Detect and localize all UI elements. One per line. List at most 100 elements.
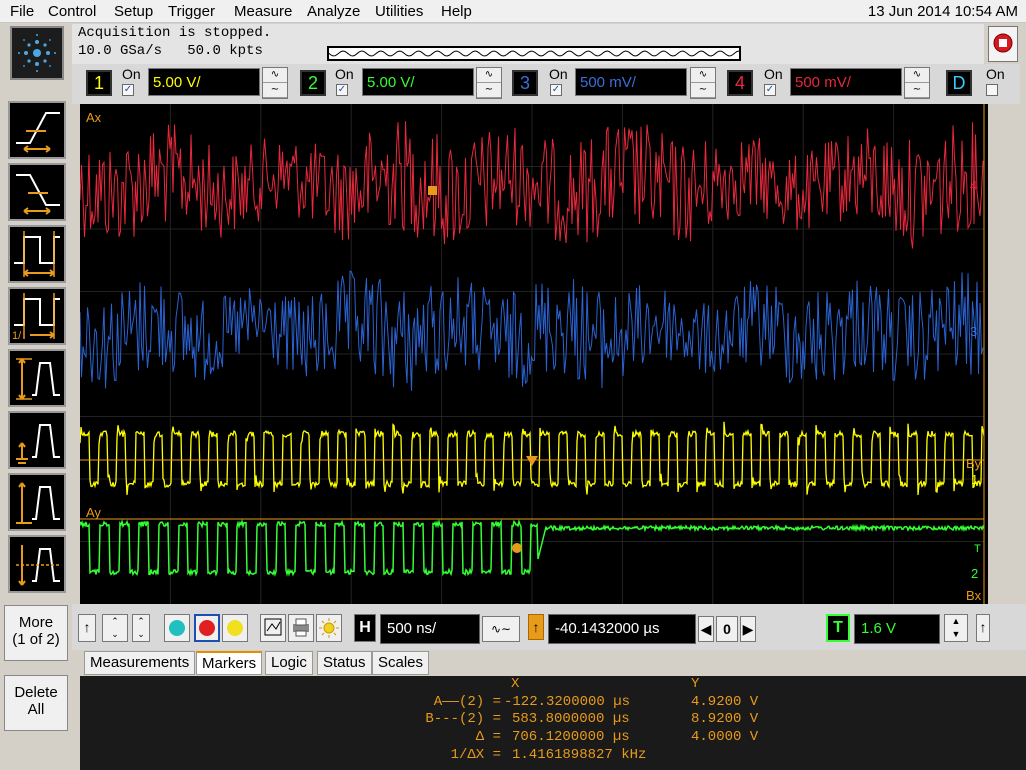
more-measurements-button[interactable]: More (1 of 2): [4, 605, 68, 661]
pin-icon[interactable]: ↑: [78, 614, 96, 642]
color-red-button[interactable]: [194, 614, 220, 642]
menu-help[interactable]: Help: [441, 3, 472, 20]
trigger-level[interactable]: 1.6 V: [854, 614, 940, 644]
frequency-measure-icon[interactable]: 1/: [8, 287, 66, 345]
waveform-display[interactable]: Ax Ay Bx By 4 3 1 2 T: [79, 104, 988, 604]
channel-4-adjust[interactable]: ∿ ∼: [904, 67, 930, 99]
tab-scales[interactable]: Scales: [372, 651, 430, 675]
marker-b-x: 583.8000000 µs: [512, 711, 630, 727]
sample-rate: 10.0 GSa/s: [78, 43, 163, 59]
marker-a-handle[interactable]: [428, 186, 437, 195]
channel-2-button[interactable]: 2: [300, 70, 326, 96]
marker-delta-label: Δ =: [475, 729, 501, 745]
agilent-logo-icon[interactable]: [10, 26, 64, 80]
menu-trigger[interactable]: Trigger: [168, 3, 215, 20]
channel-4-on-checkbox[interactable]: ✓: [764, 84, 776, 96]
overshoot-measure-icon[interactable]: [8, 535, 66, 593]
marker-b-handle[interactable]: [512, 543, 522, 553]
channel-4-ground-label: 4: [970, 178, 977, 193]
run-stop-button[interactable]: [988, 26, 1018, 62]
trigger-position-marker[interactable]: [526, 456, 538, 466]
tab-status[interactable]: Status: [317, 651, 372, 675]
rise-time-measure-icon[interactable]: [8, 101, 66, 159]
acquisition-status-panel: Acquisition is stopped. 10.0 GSa/s 50.0 …: [72, 24, 984, 64]
channel-2-adjust[interactable]: ∿ ∼: [476, 67, 502, 99]
channel-3-button[interactable]: 3: [512, 70, 538, 96]
horizontal-button[interactable]: H: [354, 614, 376, 642]
channel-1-on-checkbox[interactable]: ✓: [122, 84, 134, 96]
memory-depth: 50.0 kpts: [187, 43, 263, 59]
tab-markers[interactable]: Markers: [196, 651, 263, 675]
vertical-adjust-button[interactable]: ⌃ ⌄: [132, 614, 150, 642]
marker-by-label: By: [966, 456, 982, 471]
delay-left-button[interactable]: ◀: [698, 616, 714, 642]
vertical-scroll-button[interactable]: ⌃ ⌄: [102, 614, 128, 642]
fall-time-measure-icon[interactable]: [8, 163, 66, 221]
channel-1-button[interactable]: 1: [86, 70, 112, 96]
color-yellow-button[interactable]: [222, 614, 248, 642]
delay-zero-button[interactable]: 0: [716, 616, 738, 642]
marker-delta-y: 4.0000 V: [691, 729, 759, 745]
timebase-adjust[interactable]: ∿∼: [482, 616, 520, 642]
markers-y-header: Y: [691, 676, 700, 692]
marker-a-x: -122.3200000 µs: [504, 694, 631, 710]
timebase-scale[interactable]: 500 ns/: [380, 614, 480, 644]
menu-control[interactable]: Control: [48, 3, 96, 20]
channel-2-scale[interactable]: 5.00 V/: [362, 68, 474, 96]
trigger-pin-icon[interactable]: ↑: [976, 614, 990, 642]
trigger-level-label: T: [974, 543, 981, 555]
channel-1-adjust[interactable]: ∿ ∼: [262, 67, 288, 99]
menu-setup[interactable]: Setup: [114, 3, 153, 20]
menu-file[interactable]: File: [10, 3, 34, 20]
delete-all-button[interactable]: Delete All: [4, 675, 68, 731]
waveform-overview[interactable]: [327, 46, 741, 61]
left-toolbar: 1/ More (1 of 2) Delete All: [0, 95, 72, 770]
digital-button[interactable]: D: [946, 70, 972, 96]
channel-bar: 1 On ✓ 5.00 V/ ∿ ∼ 2 On ✓ 5.00 V/ ∿ ∼ 3 On…: [72, 64, 1020, 104]
channel-2-on-checkbox[interactable]: ✓: [336, 84, 348, 96]
print-icon[interactable]: [288, 614, 314, 642]
acquisition-status: Acquisition is stopped.: [78, 25, 272, 41]
period-measure-icon[interactable]: [8, 225, 66, 283]
marker-inverse-delta-label: 1/ΔX =: [450, 747, 501, 763]
tab-bar: Measurements Markers Logic Status Scales: [80, 650, 1026, 676]
tab-logic[interactable]: Logic: [265, 651, 313, 675]
channel-4-button[interactable]: 4: [727, 70, 753, 96]
horizontal-delay[interactable]: -40.1432000 µs: [548, 614, 696, 644]
trigger-level-adjust[interactable]: ▲ ▼: [944, 614, 968, 642]
marker-bx-label: Bx: [966, 588, 982, 603]
marker-inverse-delta-x: 1.4161898827 kHz: [512, 747, 647, 763]
menu-bar: File Control Setup Trigger Measure Analy…: [0, 0, 1026, 23]
autoscale-icon[interactable]: [260, 614, 286, 642]
channel-3-scale[interactable]: 500 mV/: [575, 68, 687, 96]
delay-right-button[interactable]: ▶: [740, 616, 756, 642]
channel-1-scale[interactable]: 5.00 V/: [148, 68, 260, 96]
channel-1-on-label: On: [122, 66, 141, 82]
channel-4-scale[interactable]: 500 mV/: [790, 68, 902, 96]
menu-utilities[interactable]: Utilities: [375, 3, 423, 20]
menu-analyze[interactable]: Analyze: [307, 3, 360, 20]
channel-2-ground-label: 2: [971, 566, 978, 581]
channel-3-adjust[interactable]: ∿ ∼: [690, 67, 716, 99]
color-cyan-button[interactable]: [164, 614, 190, 642]
peak-to-peak-measure-icon[interactable]: [8, 349, 66, 407]
marker-ax-label: Ax: [86, 110, 102, 125]
digital-on-label: On: [986, 66, 1005, 82]
trigger-button[interactable]: T: [826, 614, 850, 642]
amplitude-measure-icon[interactable]: [8, 411, 66, 469]
brightness-icon[interactable]: [316, 614, 342, 642]
channel-3-on-checkbox[interactable]: ✓: [550, 84, 562, 96]
digital-on-checkbox[interactable]: [986, 84, 998, 96]
markers-x-header: X: [511, 676, 520, 692]
channel-3-on-label: On: [549, 66, 568, 82]
svg-text:1/: 1/: [12, 330, 22, 342]
channel-1-ground-label: 1: [971, 472, 978, 487]
menu-measure[interactable]: Measure: [234, 3, 292, 20]
marker-b-y: 8.9200 V: [691, 711, 759, 727]
tab-measurements[interactable]: Measurements: [84, 651, 196, 675]
marker-delta-x: 706.1200000 µs: [512, 729, 630, 745]
top-base-measure-icon[interactable]: [8, 473, 66, 531]
datetime: 13 Jun 2014 10:54 AM: [867, 3, 1018, 20]
control-bar: ↑ ⌃ ⌄ ⌃ ⌄ H 500 ns/ ∿∼ ↑ -40.1432000 µs ◀ …: [72, 604, 1026, 650]
delay-reference-icon[interactable]: ↑: [528, 614, 544, 640]
